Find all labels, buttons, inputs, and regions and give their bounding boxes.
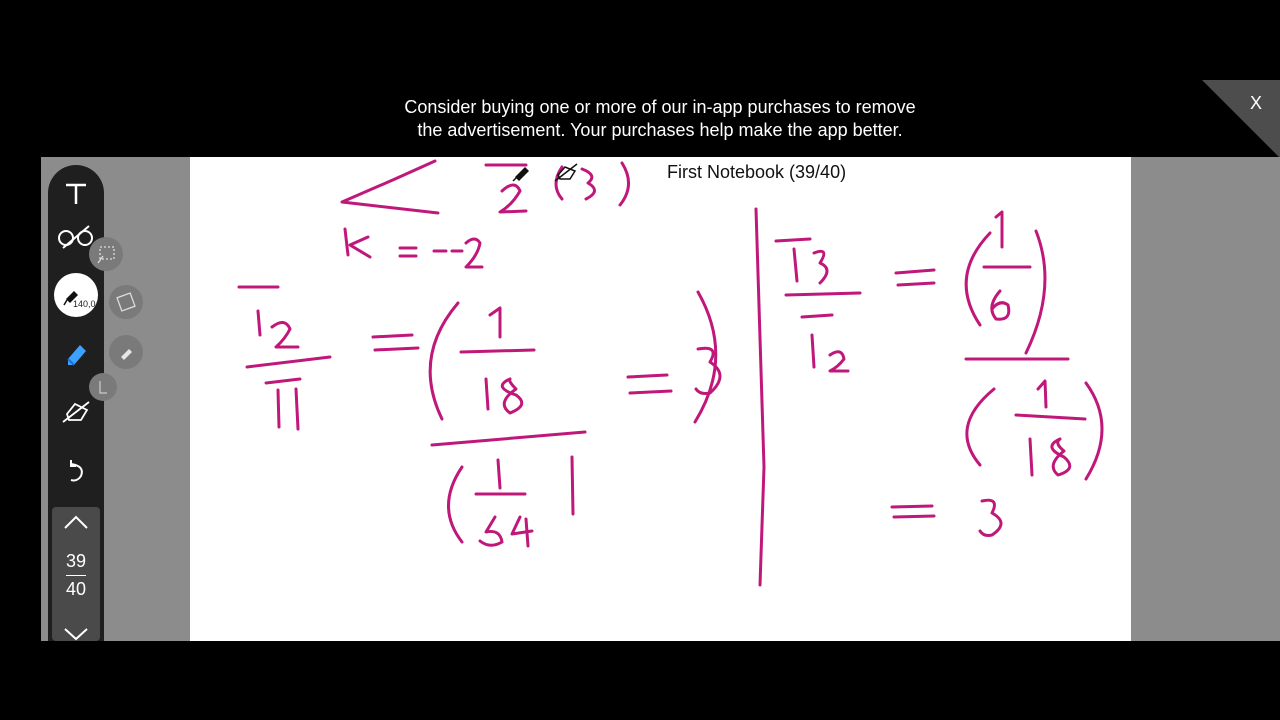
ruler-tool-button[interactable] xyxy=(89,373,117,401)
stroke-t3 xyxy=(774,237,862,373)
total-page-number: 40 xyxy=(65,579,87,599)
stroke-right-paren-top xyxy=(964,229,1047,355)
ad-close-label: X xyxy=(1249,93,1262,113)
stroke-one-6 xyxy=(982,210,1032,321)
shape-tool-button[interactable] xyxy=(109,285,143,319)
undo-icon xyxy=(70,460,83,482)
undo-tool-button[interactable] xyxy=(56,451,96,491)
stroke-sigma xyxy=(340,159,440,215)
eraser-tool-button[interactable] xyxy=(56,391,96,431)
stroke-right-paren-bottom xyxy=(965,381,1104,481)
chevron-down-icon xyxy=(64,628,88,641)
text-tool-button[interactable] xyxy=(56,173,96,213)
stroke-left-equals xyxy=(371,333,420,352)
page-navigator: 39 40 xyxy=(52,507,100,641)
marker-tool-button[interactable] xyxy=(109,335,143,369)
floating-pen-icon[interactable] xyxy=(511,161,537,183)
pen-size-label: 140,0 xyxy=(73,299,96,309)
selection-icon xyxy=(97,246,115,264)
text-icon xyxy=(66,183,86,204)
stroke-equals-3-left xyxy=(626,346,722,395)
marker-icon xyxy=(121,349,132,360)
stroke-right-equals xyxy=(894,268,936,287)
stroke-left-paren xyxy=(428,290,718,424)
ruler-icon xyxy=(99,381,107,394)
stroke-equals-3-right xyxy=(890,498,1003,537)
shape-icon xyxy=(116,292,136,312)
stroke-one-18-right xyxy=(1014,379,1087,477)
ad-message: Consider buying one or more of our in-ap… xyxy=(300,96,1020,142)
handwritten-math xyxy=(237,159,1104,587)
selection-tool-button[interactable] xyxy=(89,237,123,271)
next-page-button[interactable] xyxy=(62,623,90,641)
stroke-t2 xyxy=(237,285,332,431)
ad-close-corner-icon xyxy=(1202,80,1280,158)
stroke-one-18 xyxy=(459,306,536,415)
ad-line-2: the advertisement. Your purchases help m… xyxy=(417,120,903,140)
stroke-divider xyxy=(754,207,766,587)
stroke-k-equals xyxy=(343,227,484,269)
note-app: First Notebook (39/40) 140,0 39 40 xyxy=(41,157,1280,641)
highlighter-tool-button[interactable] xyxy=(56,333,96,373)
notebook-canvas[interactable]: First Notebook (39/40) xyxy=(190,157,1131,641)
current-page-number: 39 xyxy=(65,551,87,571)
eraser-icon xyxy=(62,401,90,423)
ad-banner: Consider buying one or more of our in-ap… xyxy=(0,80,1280,158)
previous-page-button[interactable] xyxy=(62,511,90,533)
pen-icon xyxy=(63,291,78,306)
highlighter-icon xyxy=(67,345,86,366)
floating-eraser-icon[interactable] xyxy=(553,161,579,183)
ad-close-button[interactable]: X xyxy=(1202,80,1280,158)
pen-tool-button[interactable]: 140,0 xyxy=(54,273,98,317)
stroke-one-54 xyxy=(447,455,575,548)
stroke-main-bar xyxy=(430,430,587,447)
left-toolbar: 140,0 39 40 xyxy=(48,165,104,641)
lasso-icon xyxy=(58,225,93,249)
page-number-divider xyxy=(66,575,86,576)
chevron-up-icon xyxy=(64,515,88,529)
ad-line-1: Consider buying one or more of our in-ap… xyxy=(404,97,916,117)
